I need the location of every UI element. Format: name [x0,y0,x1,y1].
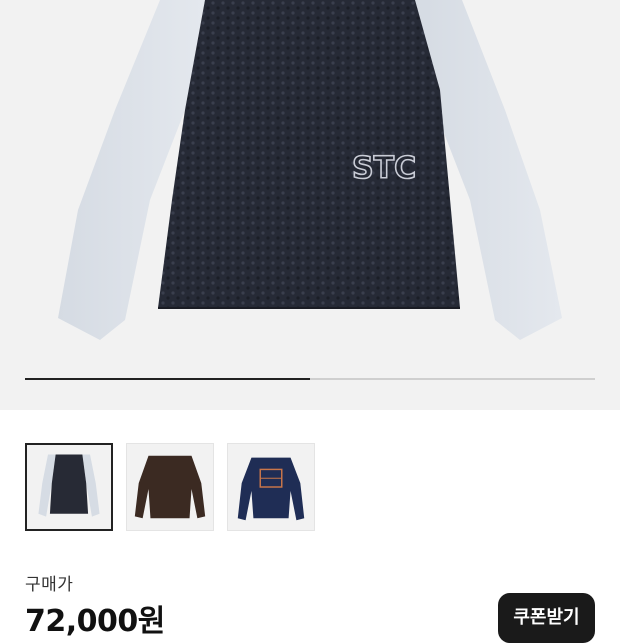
product-main-image: STC [58,0,562,340]
thumbnail-strip [25,443,315,533]
gallery-progress-bar [25,378,595,380]
stc-logo-text: STC [352,151,416,186]
gallery-progress-fill [25,378,310,380]
stc-logo-embroidery: STC [351,150,417,187]
thumb-image-brown [127,444,213,530]
price-label: 구매가 [25,575,74,595]
thumb-image-raglan [27,445,111,529]
thumbnail-grey-navy-raglan[interactable] [25,443,113,531]
price-value: 72,000원 [25,604,165,639]
thumbnail-navy-graphic-sweatshirt[interactable] [227,443,315,531]
product-image-gallery[interactable]: STC [0,0,620,410]
thumb-image-navy [228,444,314,530]
thumbnail-brown-longsleeve[interactable] [126,443,214,531]
coupon-button[interactable]: 쿠폰받기 [498,593,595,643]
